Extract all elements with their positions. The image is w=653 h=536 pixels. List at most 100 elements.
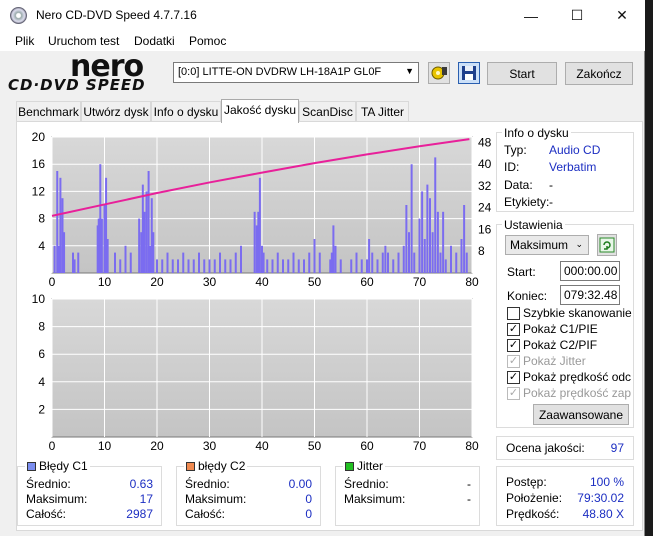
error-bar [387, 252, 389, 273]
y-right-tick-label: 40 [478, 157, 492, 171]
quick-scan-label: Szybkie skanowanie [523, 306, 632, 320]
error-bar [376, 259, 379, 273]
error-bar [229, 259, 232, 273]
x-tick-label: 10 [98, 275, 112, 289]
error-bar [143, 211, 146, 273]
x-tick-label: 40 [255, 439, 269, 453]
error-bar [100, 218, 103, 273]
error-bar [431, 232, 434, 273]
error-bar [77, 252, 80, 273]
y-left-tick-label: 8 [38, 212, 45, 226]
y-right-tick-label: 24 [478, 201, 492, 215]
settings-box: Ustawienia Maksimum ⌄ Start: 000:00.00 K… [496, 218, 634, 428]
error-bar [392, 259, 395, 273]
position-label: Położenie: [506, 491, 563, 505]
advanced-button[interactable]: Zaawansowane [533, 404, 629, 425]
progress-box: Postęp: 100 % Położenie: 79:30.02 Prędko… [496, 466, 634, 526]
error-bar [187, 259, 190, 273]
error-bar [182, 252, 185, 273]
error-bar [332, 225, 335, 273]
c2-avg-label: Średnio: [185, 477, 230, 491]
x-tick-label: 10 [98, 439, 112, 453]
y-left-tick-label: 8 [38, 320, 45, 334]
disc-info-title: Info o dysku [502, 126, 571, 140]
error-bar [360, 259, 363, 273]
quick-scan-checkbox[interactable] [507, 307, 520, 320]
c1-avg-value: 0.63 [129, 477, 153, 491]
c1-avg-label: Średnio: [26, 477, 71, 491]
speed-select[interactable]: Maksimum ⌄ [505, 235, 589, 255]
error-bar [355, 252, 358, 273]
jitter-avg-value: - [467, 477, 471, 491]
error-bar [384, 245, 387, 273]
error-bar [334, 245, 337, 273]
error-bar [371, 252, 374, 273]
x-tick-label: 30 [203, 439, 217, 453]
error-bar [465, 252, 468, 273]
error-bar [234, 252, 237, 273]
error-bar [177, 259, 179, 273]
error-bar [460, 239, 463, 273]
c2-color-swatch [186, 462, 195, 471]
jitter-max-label: Maksimum: [344, 492, 406, 506]
error-bar [455, 252, 458, 273]
error-bar [421, 191, 424, 273]
error-bar [129, 252, 132, 273]
error-bar [366, 259, 368, 273]
error-bar [161, 259, 164, 273]
show-c1-checkbox[interactable]: ✓ [507, 323, 520, 336]
error-bar [413, 252, 416, 273]
show-write-speed-label: Pokaż prędkość zapisu [523, 386, 631, 400]
x-tick-label: 80 [465, 275, 479, 289]
error-bar [119, 259, 122, 273]
error-bar [124, 245, 127, 273]
c2-total-value: 0 [305, 507, 312, 521]
error-bar [171, 259, 174, 273]
show-read-speed-checkbox[interactable]: ✓ [507, 371, 520, 384]
jitter-max-value: - [467, 492, 471, 506]
y-left-tick-label: 20 [32, 130, 46, 144]
error-bar [292, 252, 295, 273]
x-tick-label: 40 [255, 275, 269, 289]
start-time-label: Start: [507, 265, 536, 279]
error-bar [423, 239, 426, 273]
c2-max-label: Maksimum: [185, 492, 247, 506]
x-tick-label: 70 [413, 439, 427, 453]
error-bar [418, 218, 421, 273]
show-c2-label: Pokaż C2/PIF [523, 338, 598, 352]
x-tick-label: 60 [360, 275, 374, 289]
error-bar [463, 205, 466, 273]
refresh-button[interactable] [597, 234, 617, 256]
x-tick-label: 20 [150, 439, 164, 453]
c2-max-value: 0 [305, 492, 312, 506]
progress-label: Postęp: [506, 475, 547, 489]
x-tick-label: 30 [203, 275, 217, 289]
y-left-tick-label: 4 [38, 375, 45, 389]
error-bar [410, 164, 413, 273]
jitter-avg-label: Średnio: [344, 477, 389, 491]
error-bar [208, 259, 211, 273]
show-c2-checkbox[interactable]: ✓ [507, 339, 520, 352]
error-bar [219, 252, 221, 273]
error-bar [53, 245, 56, 273]
error-bar [59, 177, 62, 273]
c1-max-label: Maksimum: [26, 492, 88, 506]
show-c1-label: Pokaż C1/PIE [523, 322, 598, 336]
error-bar [282, 259, 284, 273]
disc-id-label: ID: [504, 160, 520, 174]
disc-type-value: Audio CD [549, 143, 601, 157]
error-bar [368, 239, 371, 273]
speed-label: Prędkość: [506, 507, 560, 521]
start-time-input[interactable]: 000:00.00 [560, 261, 620, 281]
error-bar [192, 259, 195, 273]
y-right-tick-label: 48 [478, 135, 492, 149]
position-value: 79:30.02 [577, 491, 624, 505]
x-tick-label: 20 [150, 275, 164, 289]
end-time-input[interactable]: 079:32.48 [560, 285, 620, 305]
x-tick-label: 0 [49, 439, 56, 453]
tab-disc-quality[interactable]: Jakość dysku [221, 99, 299, 123]
progress-value: 100 % [589, 475, 624, 489]
disc-date-label: Data: [504, 178, 533, 192]
jitter-stats-title: Jitter [343, 459, 386, 473]
error-bar [145, 191, 148, 273]
